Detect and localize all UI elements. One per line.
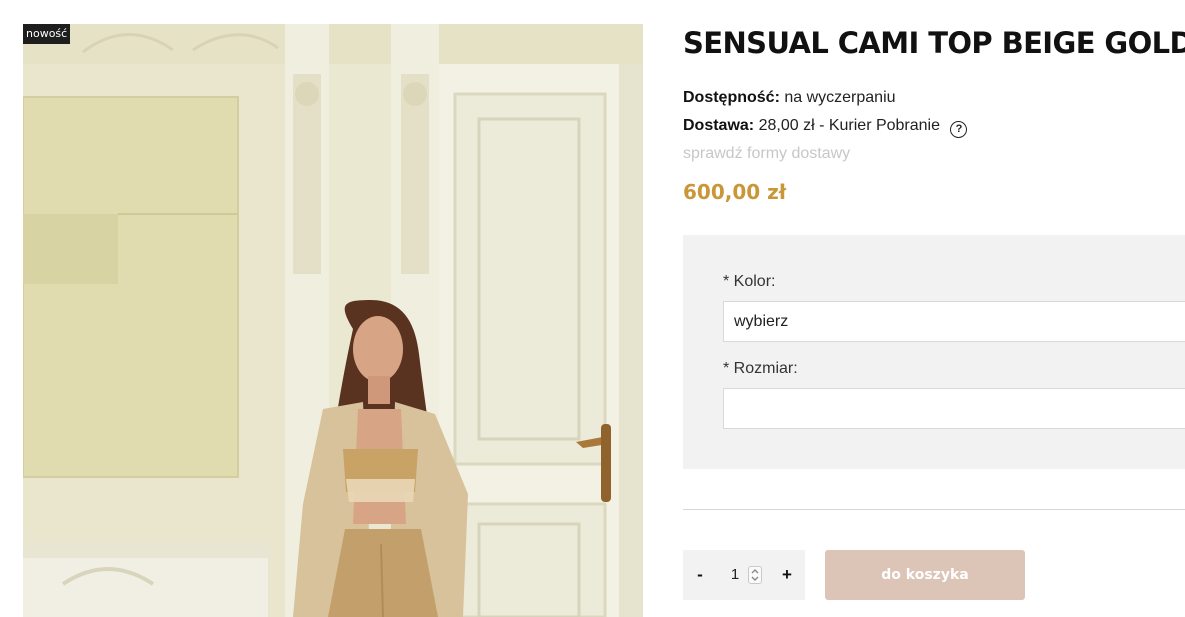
decrease-quantity-button[interactable]: -	[692, 550, 708, 600]
quantity-input[interactable]: 1	[727, 550, 743, 600]
shipping-options-link[interactable]: sprawdź formy dostawy	[683, 145, 850, 163]
product-photo-illustration	[23, 24, 643, 617]
new-badge: nowość	[23, 24, 71, 44]
shipping-label: Dostawa:	[683, 117, 755, 134]
question-circle-icon[interactable]: ?	[950, 121, 968, 138]
product-title: SENSUAL CAMI TOP BEIGE GOLD	[683, 26, 1185, 60]
shipping-value: 28,00 zł - Kurier Pobranie	[758, 117, 941, 134]
add-to-cart-button[interactable]: do koszyka	[825, 550, 1025, 600]
product-image[interactable]	[23, 24, 643, 617]
quantity-stepper: - 1 +	[683, 550, 805, 600]
size-label: * Rozmiar:	[723, 360, 798, 377]
color-label: * Kolor:	[723, 273, 776, 290]
availability-value: na wyczerpaniu	[784, 89, 896, 106]
divider	[683, 509, 1185, 510]
spinner-arrows-icon[interactable]	[748, 566, 762, 584]
availability-row: Dostępność: na wyczerpaniu	[683, 89, 896, 107]
product-price: 600,00 zł	[683, 180, 787, 204]
color-select[interactable]: wybierz	[723, 301, 1185, 342]
product-options-panel: * Kolor: wybierz * Rozmiar:	[683, 235, 1185, 469]
increase-quantity-button[interactable]: +	[779, 550, 795, 600]
shipping-row: Dostawa: 28,00 zł - Kurier Pobranie ?	[683, 117, 968, 138]
size-select[interactable]	[723, 388, 1185, 429]
availability-label: Dostępność:	[683, 89, 780, 106]
